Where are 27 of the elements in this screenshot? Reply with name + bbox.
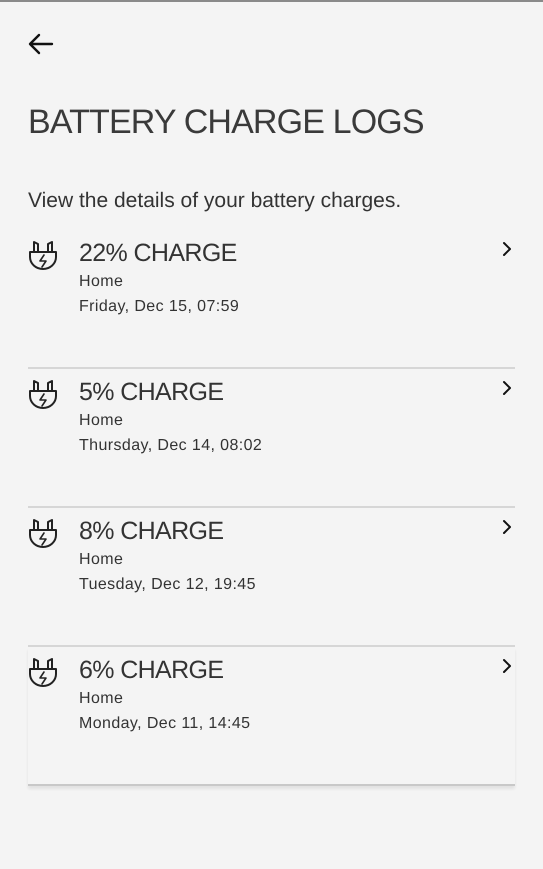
- charge-location: Home: [79, 272, 124, 292]
- charge-log-item[interactable]: 6% CHARGE Home Monday, Dec 11, 14:45: [28, 647, 515, 786]
- charge-amount: 22% CHARGE: [79, 238, 238, 268]
- charge-amount: 6% CHARGE: [79, 655, 224, 685]
- chevron-right-icon: [502, 519, 512, 535]
- charge-amount: 8% CHARGE: [79, 516, 224, 546]
- plug-icon: [28, 517, 58, 549]
- charge-log-item[interactable]: 5% CHARGE Home Thursday, Dec 14, 08:02: [28, 369, 515, 508]
- plug-icon: [28, 378, 58, 410]
- chevron-right-icon: [502, 658, 512, 674]
- charge-date: Monday, Dec 11, 14:45: [79, 714, 252, 734]
- charge-log-item[interactable]: 22% CHARGE Home Friday, Dec 15, 07:59: [28, 230, 515, 369]
- charge-log-item[interactable]: 8% CHARGE Home Tuesday, Dec 12, 19:45: [28, 508, 515, 647]
- charge-amount: 5% CHARGE: [79, 377, 224, 407]
- plug-icon: [28, 656, 58, 688]
- charge-date: Friday, Dec 15, 07:59: [79, 297, 240, 317]
- chevron-right-icon: [502, 241, 512, 257]
- charge-date: Thursday, Dec 14, 08:02: [79, 436, 264, 456]
- charge-location: Home: [79, 689, 124, 709]
- charge-date: Tuesday, Dec 12, 19:45: [79, 575, 257, 595]
- page-title: BATTERY CHARGE LOGS: [28, 102, 425, 142]
- charge-location: Home: [79, 550, 124, 570]
- back-arrow-icon: [28, 33, 54, 55]
- chevron-right-icon: [502, 380, 512, 396]
- page-description: View the details of your battery charges.: [28, 188, 402, 214]
- charge-location: Home: [79, 411, 124, 431]
- plug-icon: [28, 239, 58, 271]
